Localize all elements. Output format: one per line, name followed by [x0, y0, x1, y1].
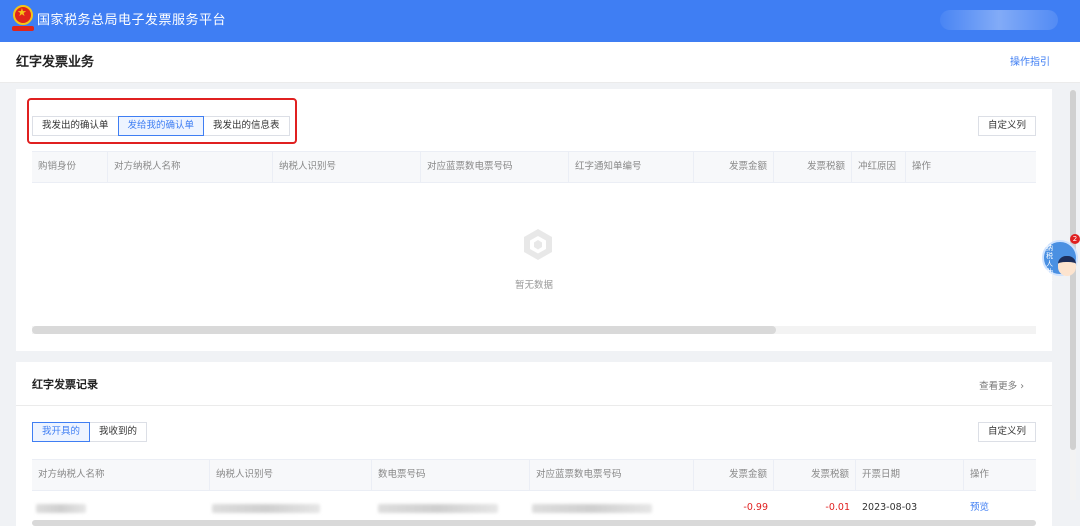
divider — [16, 405, 1052, 406]
scrollbar-thumb[interactable] — [32, 326, 776, 334]
tab-received[interactable]: 我收到的 — [89, 422, 148, 442]
column-header: 购销身份 — [32, 152, 108, 182]
tab-received-confirmations[interactable]: 发给我的确认单 — [117, 116, 205, 136]
table-row[interactable]: -0.99 -0.01 2023-08-03 预览 — [32, 493, 1036, 523]
column-header: 数电票号码 — [372, 460, 530, 490]
column-header: 冲红原因 — [852, 152, 906, 182]
confirm-forms-card: 我发出的确认单 发给我的确认单 我发出的信息表 自定义列 购销身份 对方纳税人名… — [16, 89, 1052, 351]
column-header: 发票金额 — [694, 152, 774, 182]
top-bar: ★ 国家税务总局电子发票服务平台 — [0, 0, 1080, 42]
custom-columns-button[interactable]: 自定义列 — [978, 422, 1036, 442]
taxpayer-assistant-button[interactable]: 纳税人助手 2 — [1040, 234, 1080, 284]
empty-text: 暂无数据 — [514, 280, 553, 291]
records-tabs: 我开具的 我收到的 — [32, 422, 148, 442]
page-title: 红字发票业务 — [16, 55, 95, 70]
app-title: 国家税务总局电子发票服务平台 — [37, 13, 227, 28]
horizontal-scrollbar[interactable] — [32, 326, 1036, 334]
custom-columns-button[interactable]: 自定义列 — [978, 116, 1036, 136]
view-more-link[interactable]: 查看更多 › — [979, 378, 1024, 392]
redacted-blue-invoice-number — [532, 504, 652, 513]
confirm-tabs: 我发出的确认单 发给我的确认单 我发出的信息表 — [32, 116, 290, 136]
column-header: 开票日期 — [856, 460, 964, 490]
horizontal-scrollbar[interactable] — [32, 520, 1036, 526]
column-header: 发票税额 — [774, 152, 852, 182]
column-header: 对方纳税人名称 — [108, 152, 273, 182]
column-header: 对应蓝票数电票号码 — [530, 460, 694, 490]
issue-date: 2023-08-03 — [862, 502, 918, 513]
page-header: 红字发票业务 操作指引 — [0, 42, 1080, 83]
tax-emblem-icon: ★ — [12, 5, 34, 33]
column-header: 发票税额 — [774, 460, 856, 490]
column-header: 发票金额 — [694, 460, 774, 490]
vertical-scrollbar[interactable] — [1070, 90, 1076, 500]
tab-sent-confirmations[interactable]: 我发出的确认单 — [32, 116, 119, 136]
column-header: 操作 — [970, 469, 990, 480]
table-header: 购销身份 对方纳税人名称 纳税人识别号 对应蓝票数电票号码 红字通知单编号 发票… — [32, 151, 1036, 183]
notification-badge: 2 — [1070, 234, 1080, 244]
column-header: 对方纳税人名称 — [32, 460, 210, 490]
column-header: 操作 — [912, 161, 932, 172]
column-header: 对应蓝票数电票号码 — [421, 152, 569, 182]
invoice-tax: -0.01 — [825, 502, 850, 513]
red-invoice-records-card: 红字发票记录 查看更多 › 我开具的 我收到的 自定义列 对方纳税人名称 纳税人… — [16, 362, 1052, 526]
user-info-redacted[interactable] — [940, 10, 1058, 30]
guide-link[interactable]: 操作指引 — [1010, 56, 1050, 70]
empty-box-icon — [524, 229, 552, 260]
column-header: 纳税人识别号 — [210, 460, 372, 490]
redacted-invoice-number — [378, 504, 498, 513]
redacted-taxpayer-id — [212, 504, 320, 513]
tab-issued[interactable]: 我开具的 — [32, 422, 91, 442]
column-header: 红字通知单编号 — [569, 152, 694, 182]
invoice-amount: -0.99 — [743, 502, 768, 513]
table-header: 对方纳税人名称 纳税人识别号 数电票号码 对应蓝票数电票号码 发票金额 发票税额… — [32, 459, 1036, 491]
tab-sent-info-forms[interactable]: 我发出的信息表 — [203, 116, 290, 136]
redacted-buyer-name — [36, 504, 86, 513]
column-header: 纳税人识别号 — [273, 152, 421, 182]
preview-link[interactable]: 预览 — [964, 493, 1036, 523]
assistant-label: 纳税人助手 — [1046, 244, 1053, 284]
section-title: 红字发票记录 — [32, 378, 98, 391]
